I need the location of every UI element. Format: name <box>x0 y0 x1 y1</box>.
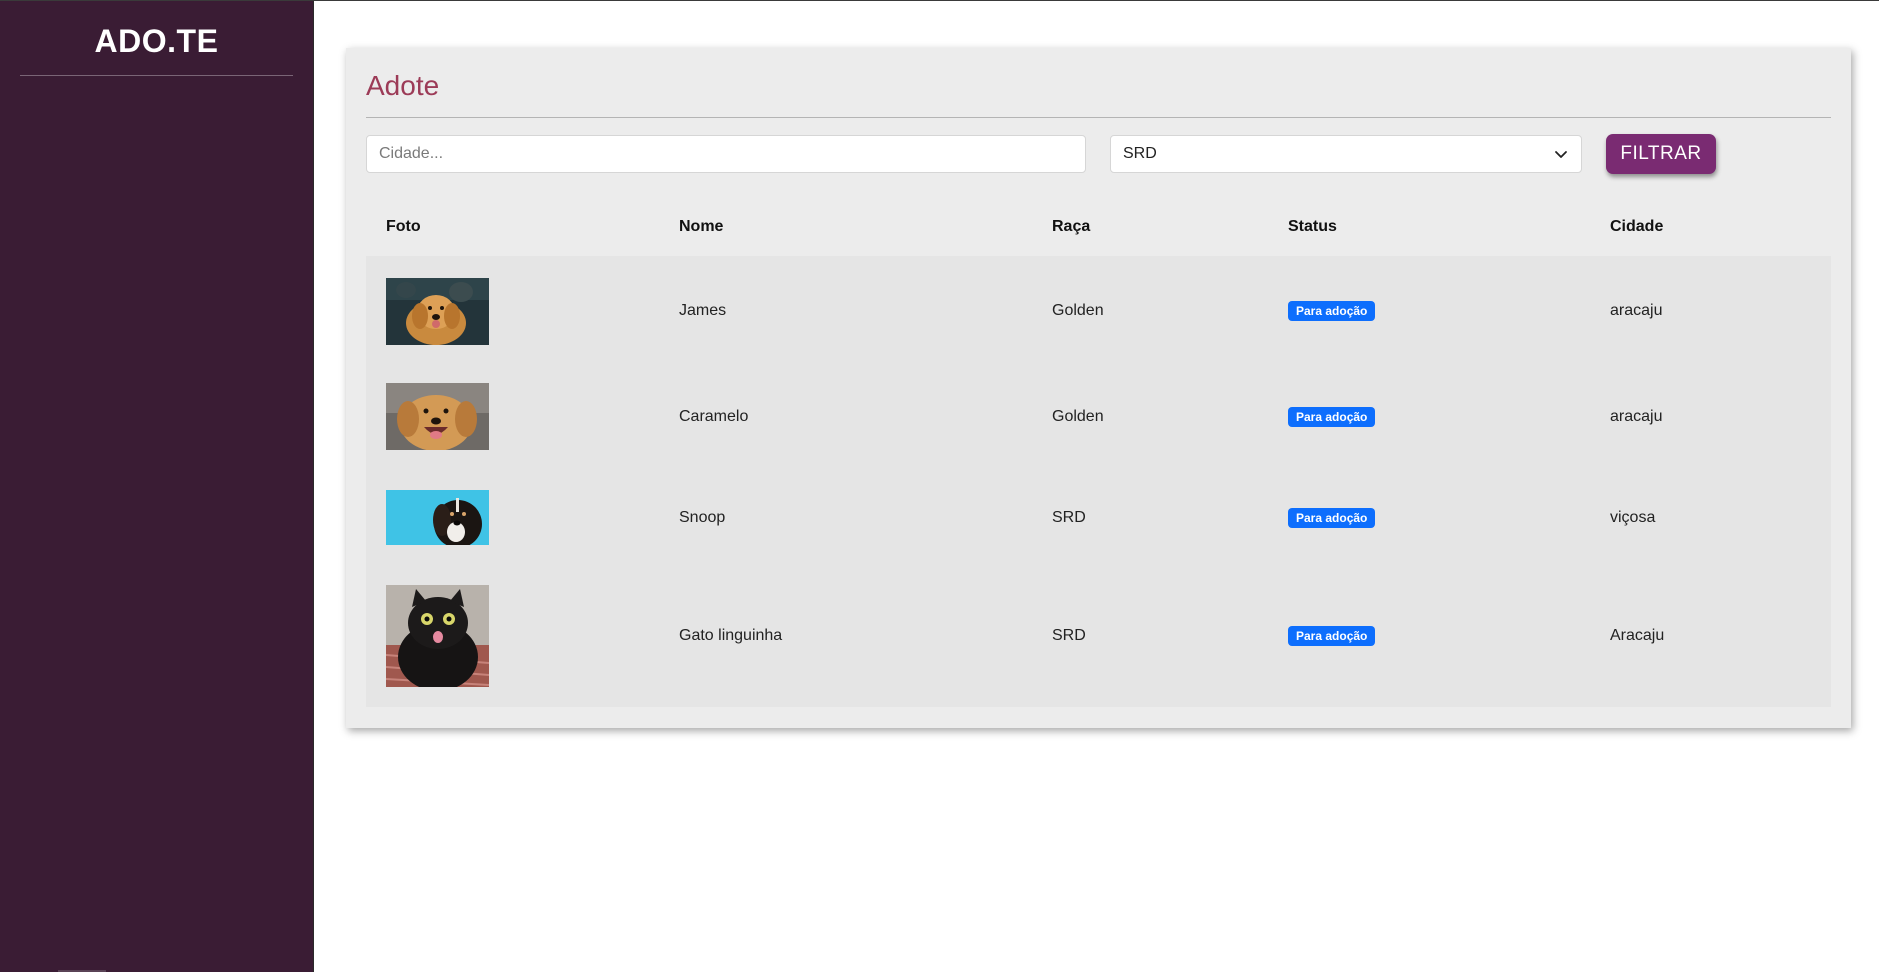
name-cell: Snoop <box>659 470 1032 565</box>
photo-cell <box>366 363 659 470</box>
city-cell: viçosa <box>1590 470 1831 565</box>
status-badge: Para adoção <box>1288 626 1376 646</box>
black-white-dog-blue-background-photo[interactable] <box>386 490 489 545</box>
city-input[interactable] <box>366 135 1086 173</box>
status-badge: Para adoção <box>1288 301 1376 321</box>
filter-button[interactable]: FILTRAR <box>1606 134 1716 174</box>
header-raca: Raça <box>1032 198 1268 256</box>
name-cell: Caramelo <box>659 363 1032 470</box>
black-cat-tongue-out-photo[interactable] <box>386 585 489 687</box>
title-divider <box>366 117 1831 118</box>
pets-table: Foto Nome Raça Status Cidade James Golde… <box>366 198 1831 707</box>
status-badge: Para adoção <box>1288 507 1376 528</box>
breed-select-value: SRD <box>1123 145 1157 162</box>
golden-retriever-smiling-photo[interactable] <box>386 383 489 450</box>
header-status: Status <box>1268 198 1590 256</box>
city-cell: aracaju <box>1590 256 1831 363</box>
photo-cell <box>366 256 659 363</box>
table-header-row: Foto Nome Raça Status Cidade <box>366 198 1831 256</box>
main-content: Adote SRD FILTRAR Foto Nome Raça Status … <box>313 1 1879 972</box>
photo-cell <box>366 565 659 707</box>
city-cell: Aracaju <box>1590 565 1831 707</box>
table-row[interactable]: Gato linguinha SRD Para adoção Aracaju <box>366 565 1831 707</box>
golden-retriever-photo[interactable] <box>386 277 489 345</box>
status-cell: Para adoção <box>1268 363 1590 470</box>
page-title: Adote <box>366 70 440 101</box>
table-row[interactable]: James Golden Para adoção aracaju <box>366 256 1831 363</box>
breed-select[interactable]: SRD <box>1110 135 1582 173</box>
breed-cell: SRD <box>1032 470 1268 565</box>
adoption-card: Adote SRD FILTRAR Foto Nome Raça Status … <box>346 48 1851 728</box>
breed-cell: Golden <box>1032 363 1268 470</box>
breed-cell: Golden <box>1032 256 1268 363</box>
brand-logo[interactable]: ADO.TE <box>0 1 313 75</box>
status-cell: Para adoção <box>1268 470 1590 565</box>
table-row[interactable]: Snoop SRD Para adoção viçosa <box>366 470 1831 565</box>
brand-divider <box>20 75 293 76</box>
status-cell: Para adoção <box>1268 256 1590 363</box>
header-foto: Foto <box>366 198 659 256</box>
name-cell: James <box>659 256 1032 363</box>
status-badge: Para adoção <box>1288 406 1376 427</box>
table-row[interactable]: Caramelo Golden Para adoção aracaju <box>366 363 1831 470</box>
header-cidade: Cidade <box>1590 198 1831 256</box>
sidebar: ADO.TE <box>0 1 313 972</box>
photo-cell <box>366 470 659 565</box>
name-cell: Gato linguinha <box>659 565 1032 707</box>
status-cell: Para adoção <box>1268 565 1590 707</box>
breed-cell: SRD <box>1032 565 1268 707</box>
header-nome: Nome <box>659 198 1032 256</box>
city-cell: aracaju <box>1590 363 1831 470</box>
chevron-down-icon <box>1555 151 1567 158</box>
